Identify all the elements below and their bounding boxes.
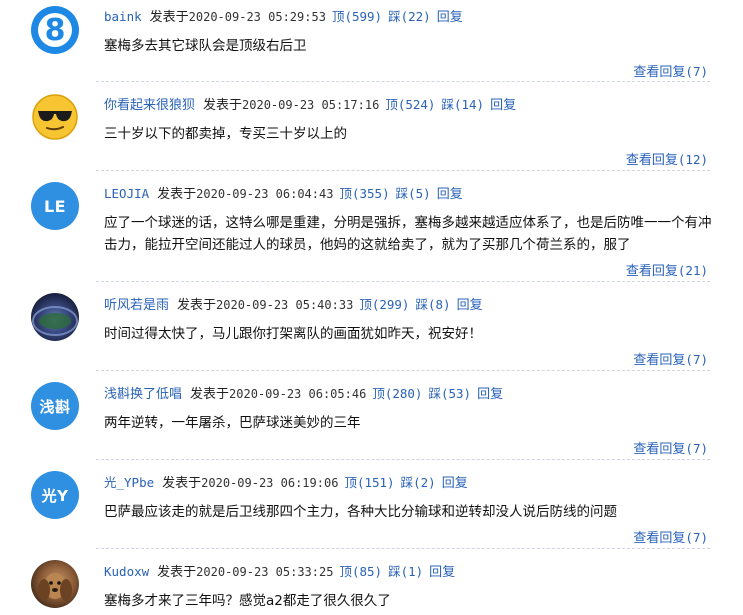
avatar[interactable]: 光Y	[31, 471, 79, 519]
username-link[interactable]: 听风若是雨	[104, 298, 169, 313]
reply-button[interactable]: 回复	[490, 98, 516, 113]
comment-text: 应了一个球迷的话，这特么哪是重建，分明是强拆，塞梅多越来越适应体系了，也是后防唯…	[104, 215, 712, 253]
divider	[96, 81, 710, 82]
comment-meta: 听风若是雨 发表于2020-09-23 05:40:33 顶(299) 踩(8) 回复	[104, 296, 483, 315]
divider	[96, 548, 710, 549]
avatar[interactable]	[31, 560, 79, 608]
avatar[interactable]: LE	[31, 182, 79, 230]
reply-button[interactable]: 回复	[437, 187, 463, 202]
username-link[interactable]: LEOJIA	[104, 186, 149, 201]
comment-text: 时间过得太快了，马儿跟你打架离队的画面犹如昨天，祝安好！	[104, 326, 482, 342]
upvote-button[interactable]: 顶(524)	[385, 97, 435, 112]
comment-text: 塞梅多去其它球队会是顶级右后卫	[104, 38, 307, 54]
view-replies-link[interactable]: 查看回复(7)	[633, 61, 708, 80]
comment-meta: LEOJIA 发表于2020-09-23 06:04:43 顶(355) 踩(5) 回复	[104, 185, 463, 204]
posted-label: 发表于	[162, 476, 202, 491]
reply-button[interactable]: 回复	[477, 387, 503, 402]
reply-button[interactable]: 回复	[457, 298, 483, 313]
upvote-button[interactable]: 顶(151)	[344, 475, 394, 490]
downvote-button[interactable]: 踩(8)	[415, 297, 450, 312]
timestamp: 2020-09-23 06:05:46	[229, 387, 367, 401]
avatar[interactable]: 浅斟	[31, 382, 79, 430]
dog-photo-icon	[38, 573, 72, 601]
comment-meta: 光_YPbe 发表于2020-09-23 06:19:06 顶(151) 踩(2) 回复	[104, 474, 468, 493]
reply-button[interactable]: 回复	[442, 476, 468, 491]
view-replies-link[interactable]: 查看回复(21)	[626, 260, 708, 279]
timestamp: 2020-09-23 05:33:25	[196, 565, 334, 579]
posted-label: 发表于	[149, 10, 189, 25]
timestamp: 2020-09-23 05:40:33	[216, 298, 354, 312]
timestamp: 2020-09-23 05:17:16	[242, 98, 380, 112]
avatar[interactable]	[31, 293, 79, 341]
stadium-photo-icon	[32, 306, 78, 336]
upvote-button[interactable]: 顶(299)	[359, 297, 409, 312]
comment-meta: Kudoxw 发表于2020-09-23 05:33:25 顶(85) 踩(1) 回复	[104, 563, 455, 582]
comment-meta: 你看起来很狼狈 发表于2020-09-23 05:17:16 顶(524) 踩(14)…	[104, 96, 516, 115]
divider	[96, 459, 710, 460]
username-link[interactable]: 光_YPbe	[104, 475, 154, 490]
divider	[96, 170, 710, 171]
upvote-button[interactable]: 顶(599)	[332, 9, 382, 24]
reply-button[interactable]: 回复	[437, 10, 463, 25]
downvote-button[interactable]: 踩(2)	[401, 475, 436, 490]
divider	[96, 281, 710, 282]
comment-text: 三十岁以下的都卖掉，专买三十岁以上的	[104, 126, 347, 142]
downvote-button[interactable]: 踩(14)	[441, 97, 484, 112]
view-replies-link[interactable]: 查看回复(7)	[633, 527, 708, 546]
timestamp: 2020-09-23 06:04:43	[196, 187, 334, 201]
comment-text: 塞梅多才来了三年吗？感觉a2都走了很久很久了	[104, 593, 391, 609]
comment-text: 两年逆转，一年屠杀，巴萨球迷美妙的三年	[104, 415, 361, 431]
view-replies-link[interactable]: 查看回复(12)	[626, 149, 708, 168]
sunglasses-emoji-icon	[32, 94, 78, 140]
divider	[96, 370, 710, 371]
avatar[interactable]: 8	[31, 6, 79, 54]
comment-meta: 浅斟换了低唱 发表于2020-09-23 06:05:46 顶(280) 踩(53) 回…	[104, 385, 503, 404]
downvote-button[interactable]: 踩(5)	[396, 186, 431, 201]
view-replies-link[interactable]: 查看回复(7)	[633, 349, 708, 368]
upvote-button[interactable]: 顶(85)	[339, 564, 382, 579]
downvote-button[interactable]: 踩(53)	[428, 386, 471, 401]
posted-label: 发表于	[177, 298, 217, 313]
upvote-button[interactable]: 顶(355)	[339, 186, 389, 201]
reply-button[interactable]: 回复	[429, 565, 455, 580]
username-link[interactable]: baink	[104, 9, 142, 24]
posted-label: 发表于	[190, 387, 230, 402]
posted-label: 发表于	[203, 98, 243, 113]
view-replies-link[interactable]: 查看回复(7)	[633, 438, 708, 457]
avatar[interactable]	[31, 93, 79, 141]
posted-label: 发表于	[157, 187, 197, 202]
downvote-button[interactable]: 踩(1)	[388, 564, 423, 579]
timestamp: 2020-09-23 06:19:06	[201, 476, 339, 490]
downvote-button[interactable]: 踩(22)	[388, 9, 431, 24]
posted-label: 发表于	[157, 565, 197, 580]
comment-text: 巴萨最应该走的就是后卫线那四个主力，各种大比分输球和逆转却没人说后防线的问题	[104, 504, 617, 520]
upvote-button[interactable]: 顶(280)	[372, 386, 422, 401]
comment-meta: baink 发表于2020-09-23 05:29:53 顶(599) 踩(22) 回复	[104, 8, 463, 27]
username-link[interactable]: 你看起来很狼狈	[104, 98, 195, 113]
username-link[interactable]: Kudoxw	[104, 564, 149, 579]
timestamp: 2020-09-23 05:29:53	[188, 10, 326, 24]
username-link[interactable]: 浅斟换了低唱	[104, 387, 182, 402]
